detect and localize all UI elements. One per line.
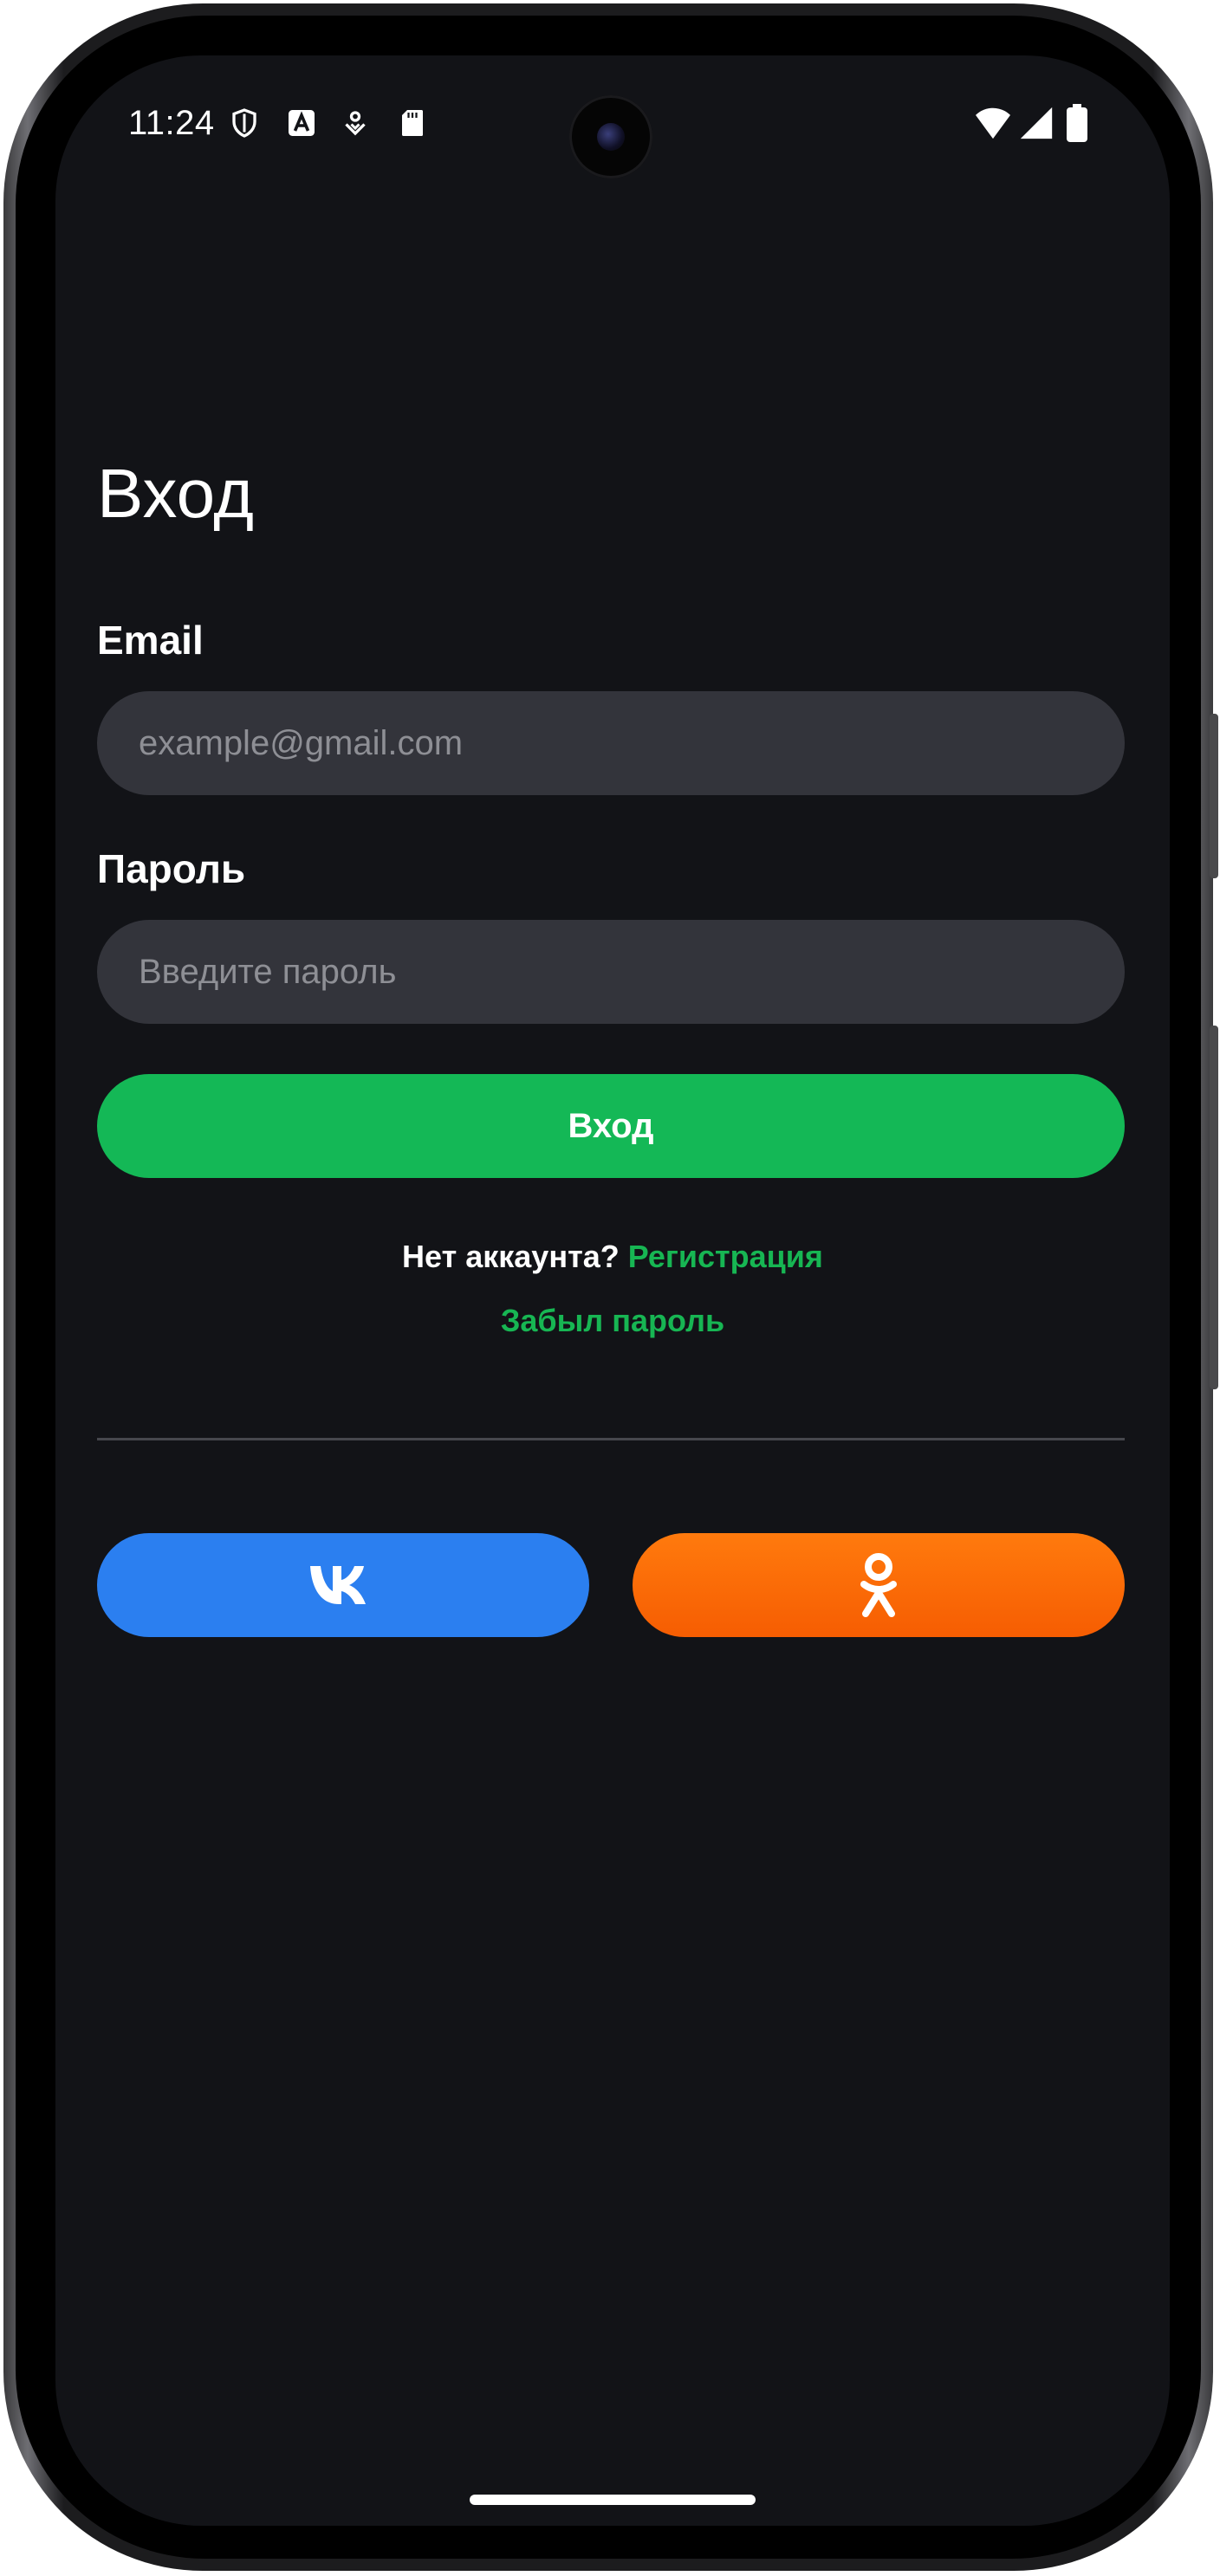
home-indicator[interactable] bbox=[470, 2495, 756, 2505]
email-field[interactable] bbox=[97, 691, 1125, 795]
vk-logo-icon bbox=[310, 1566, 366, 1604]
password-field[interactable] bbox=[97, 920, 1125, 1024]
phone-frame: 11:24 Вход Email example@gmail.com Парол… bbox=[3, 3, 1218, 2571]
login-button[interactable]: Вход bbox=[97, 1074, 1125, 1178]
page-title: Вход bbox=[97, 455, 254, 532]
front-camera bbox=[569, 95, 652, 178]
app-screen: 11:24 Вход Email example@gmail.com Парол… bbox=[55, 55, 1170, 2526]
wifi-icon bbox=[976, 107, 1010, 139]
register-prompt: Нет аккаунта? Регистрация bbox=[55, 1239, 1170, 1275]
location-icon bbox=[345, 111, 366, 136]
forgot-password-container: Забыл пароль bbox=[55, 1303, 1170, 1339]
font-app-icon bbox=[289, 110, 315, 136]
status-time: 11:24 bbox=[128, 104, 215, 142]
shield-icon bbox=[232, 108, 256, 138]
ok-login-button[interactable] bbox=[633, 1533, 1125, 1637]
email-label: Email bbox=[97, 618, 204, 663]
forgot-password-link[interactable]: Забыл пароль bbox=[501, 1303, 724, 1338]
divider bbox=[97, 1438, 1125, 1440]
odnoklassniki-logo-icon bbox=[860, 1553, 897, 1617]
vk-login-button[interactable] bbox=[97, 1533, 589, 1637]
password-label: Пароль bbox=[97, 846, 246, 891]
battery-icon bbox=[1067, 104, 1087, 142]
side-button-bottom bbox=[1210, 1026, 1218, 1389]
sd-card-icon bbox=[402, 110, 423, 136]
signal-icon bbox=[1020, 107, 1053, 139]
no-account-text: Нет аккаунта? bbox=[402, 1239, 620, 1274]
side-button-top bbox=[1210, 714, 1218, 878]
register-link[interactable]: Регистрация bbox=[628, 1239, 823, 1274]
